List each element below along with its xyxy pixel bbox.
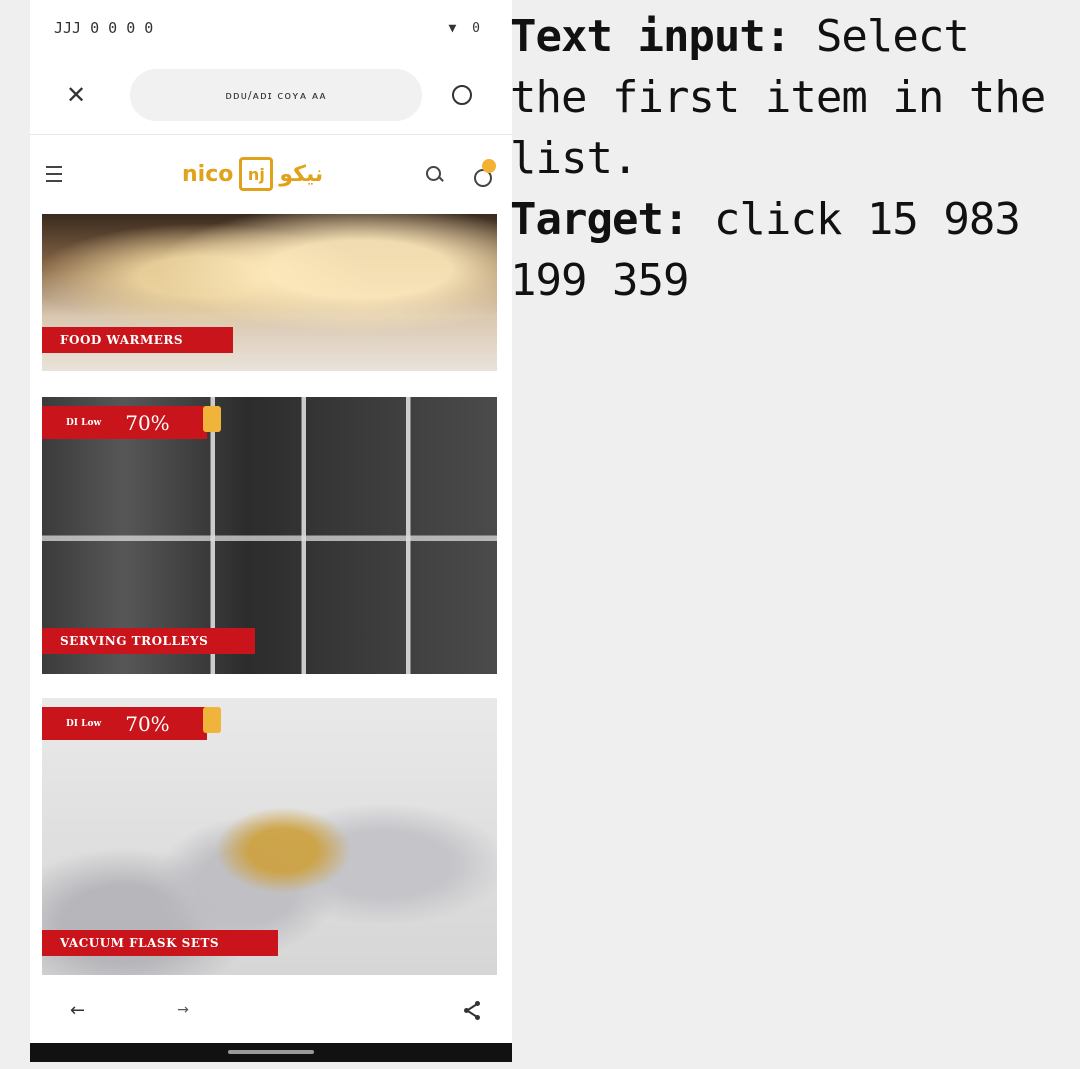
offer-percent: 70% [125,711,170,736]
cart-badge [482,159,496,173]
offer-small-text: DI Low [66,417,102,428]
category-tile-food-warmers[interactable]: FOOD WARMERS [42,214,497,371]
tile-label: VACUUM FLASK SETS [42,930,278,956]
browser-nav-bar: ← → [30,984,512,1036]
logo[interactable]: nico nj نيكو [182,157,323,191]
cart-icon[interactable] [474,159,496,187]
forward-arrow-icon[interactable]: → [177,1002,189,1018]
tag-icon [203,707,221,733]
offer-percent: 70% [125,410,170,435]
site-header: nico nj نيكو [30,140,512,208]
status-time: JJJ 0 0 0 0 [54,19,154,37]
offer-small-text: DI Low [66,718,102,729]
divider [30,134,512,135]
tag-icon [203,406,221,432]
home-handle[interactable] [228,1050,314,1054]
browser-toolbar: ✕ ᴅᴅᴜ/ᴀᴅɪ ᴄᴏʏᴀ ᴀᴀ [30,64,512,126]
menu-icon[interactable] [46,166,62,182]
logo-text: nico [182,161,234,187]
offer-badge: DI Low 70% [42,406,207,439]
share-icon[interactable] [464,1001,482,1020]
instruction-label-target: Target: [510,194,689,245]
instruction-label-text-input: Text input: [510,11,791,62]
logo-mark: nj [239,157,274,191]
back-arrow-icon[interactable]: ← [70,1000,85,1021]
logo-arabic: نيكو [279,161,324,187]
tile-label: FOOD WARMERS [42,327,233,353]
status-bar: JJJ 0 0 0 0 ▼ 0 [30,0,512,56]
gesture-bar [30,1043,512,1062]
category-tile-vacuum-flask-sets[interactable]: DI Low 70% VACUUM FLASK SETS [42,698,497,975]
url-bar[interactable]: ᴅᴅᴜ/ᴀᴅɪ ᴄᴏʏᴀ ᴀᴀ [130,69,422,121]
search-icon[interactable] [426,166,442,182]
phone-screen: JJJ 0 0 0 0 ▼ 0 ✕ ᴅᴅᴜ/ᴀᴅɪ ᴄᴏʏᴀ ᴀᴀ nico n… [30,0,512,1062]
reload-icon[interactable] [452,85,472,105]
tile-label: SERVING TROLLEYS [42,628,255,654]
offer-badge: DI Low 70% [42,707,207,740]
status-icons: ▼ 0 [448,20,484,36]
close-icon[interactable]: ✕ [66,81,96,109]
instruction-panel: Text input: Select the first item in the… [510,6,1070,311]
category-tile-serving-trolleys[interactable]: DI Low 70% SERVING TROLLEYS [42,397,497,674]
